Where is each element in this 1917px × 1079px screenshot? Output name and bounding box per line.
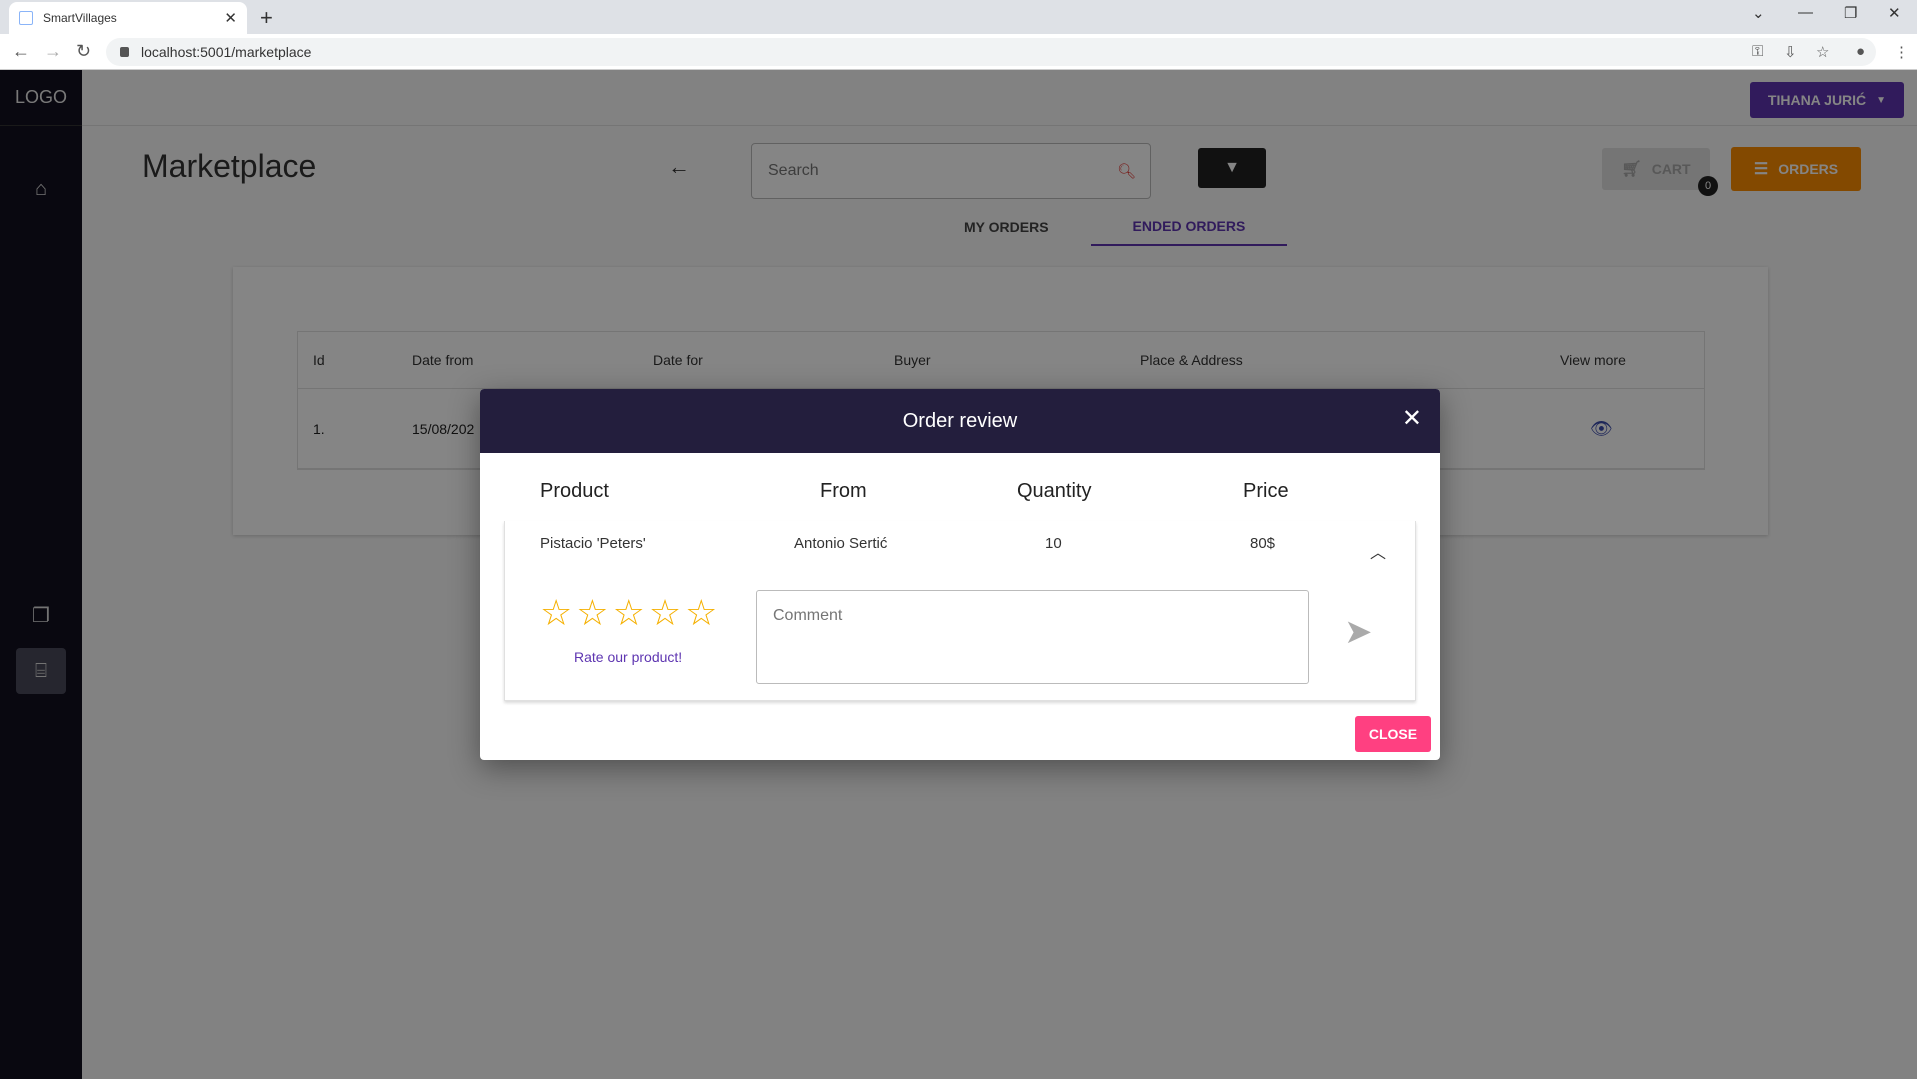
minimize-icon[interactable]: —: [1798, 4, 1813, 21]
forward-icon[interactable]: →: [44, 41, 62, 62]
close-window-icon[interactable]: ✕: [1888, 4, 1901, 22]
chevron-up-icon[interactable]: ︿: [1370, 539, 1386, 563]
close-button[interactable]: CLOSE: [1355, 716, 1431, 752]
star-icon[interactable]: ☆: [613, 595, 645, 631]
browser-tab[interactable]: SmartVillages ✕: [9, 2, 247, 34]
browser-tab-title: SmartVillages: [43, 11, 117, 25]
item-quantity: 10: [1045, 535, 1062, 552]
browser-menu-icon[interactable]: ⋮: [1894, 43, 1909, 61]
dialog-header: Order review: [480, 389, 1440, 453]
new-tab-icon[interactable]: +: [260, 5, 273, 31]
close-tab-icon[interactable]: ✕: [224, 9, 237, 27]
browser-tab-bar: SmartVillages ✕ + ⌄ — ❐ ✕: [0, 0, 1917, 34]
back-icon[interactable]: ←: [12, 41, 30, 62]
column-header-quantity: Quantity: [1017, 480, 1092, 502]
star-rating: ☆ ☆ ☆ ☆ ☆: [540, 595, 717, 631]
item-from: Antonio Sertić: [794, 535, 888, 552]
install-icon[interactable]: ⇩: [1784, 43, 1797, 61]
close-dialog-icon[interactable]: ✕: [1402, 407, 1422, 431]
reload-icon[interactable]: ↻: [76, 41, 91, 62]
url-field[interactable]: localhost:5001/marketplace: [106, 38, 1876, 66]
order-review-dialog: Order review ✕ Product From Quantity Pri…: [480, 389, 1440, 760]
star-icon[interactable]: ☆: [576, 595, 608, 631]
item-price: 80$: [1250, 535, 1276, 552]
star-icon[interactable]: ☆: [649, 595, 681, 631]
address-bar: ← → ↻ localhost:5001/marketplace ⚿ ⇩ ☆ ●…: [0, 34, 1917, 70]
column-header-price: Price: [1243, 480, 1289, 502]
url-text: localhost:5001/marketplace: [141, 44, 312, 60]
comment-field[interactable]: [773, 607, 1293, 667]
send-icon[interactable]: ➤: [1344, 615, 1373, 649]
column-header-from: From: [820, 480, 867, 502]
star-icon[interactable]: ☆: [540, 595, 572, 631]
column-header-product: Product: [540, 480, 609, 502]
star-icon[interactable]: ☆: [685, 595, 717, 631]
restore-icon[interactable]: ❐: [1844, 4, 1857, 22]
bookmark-star-icon[interactable]: ☆: [1816, 43, 1829, 61]
rate-prompt: Rate our product!: [574, 649, 683, 665]
dialog-title: Order review: [902, 409, 1018, 432]
profile-menu-icon[interactable]: ⌄: [1752, 4, 1765, 22]
account-icon[interactable]: ●: [1856, 43, 1865, 60]
page-favicon-icon: [19, 11, 33, 25]
comment-box[interactable]: [756, 590, 1309, 684]
item-product: Pistacio 'Peters': [540, 535, 646, 552]
lock-icon: [120, 47, 129, 57]
key-icon[interactable]: ⚿: [1752, 43, 1763, 60]
